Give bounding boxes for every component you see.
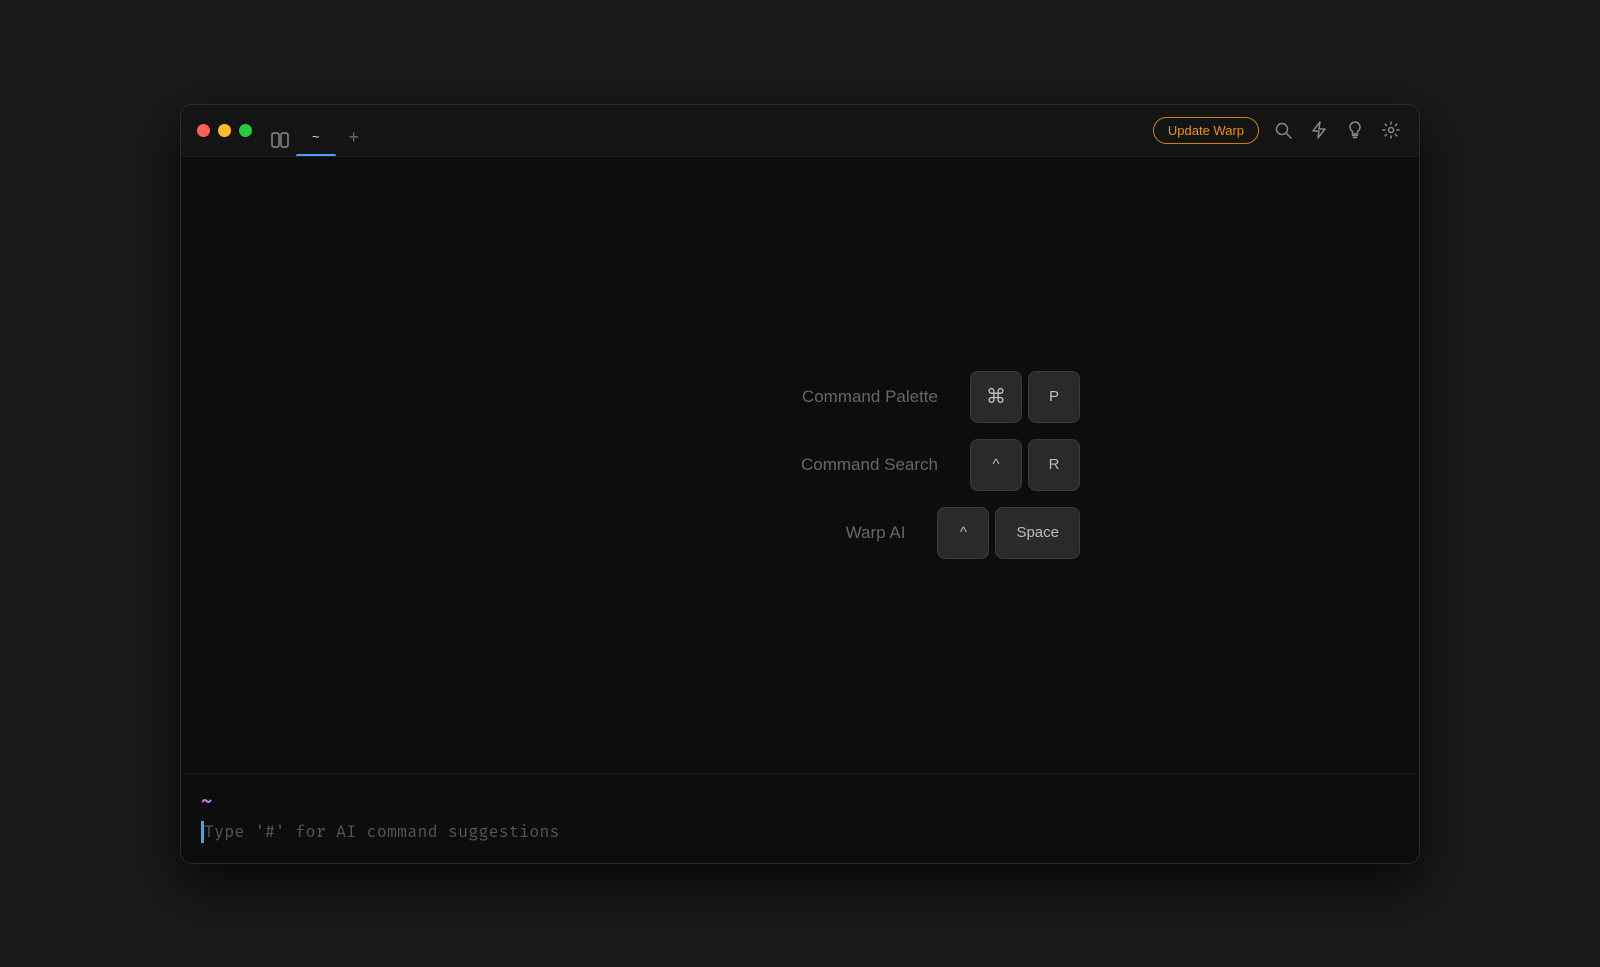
key-ctrl-ai: ^ xyxy=(937,507,989,559)
key-p: P xyxy=(1028,371,1080,423)
update-warp-button[interactable]: Update Warp xyxy=(1153,117,1259,144)
titlebar-actions: Update Warp xyxy=(1153,117,1403,144)
key-space: Space xyxy=(995,507,1080,559)
minimize-button[interactable] xyxy=(218,124,231,137)
shortcut-row-ai: Warp AI ^ Space xyxy=(520,507,1080,559)
traffic-lights xyxy=(197,124,252,137)
shortcuts-container: Command Palette ⌘ P Command Search ^ R W… xyxy=(520,371,1080,559)
search-icon[interactable] xyxy=(1271,118,1295,142)
maximize-button[interactable] xyxy=(239,124,252,137)
tab-area: ~ + xyxy=(268,105,1153,156)
shortcut-label-palette: Command Palette xyxy=(520,387,938,407)
shortcut-row-search: Command Search ^ R xyxy=(520,439,1080,491)
terminal-window: ~ + Update Warp xyxy=(180,104,1420,864)
split-view-icon[interactable] xyxy=(268,128,292,152)
prompt-tilde: ~ xyxy=(201,790,212,813)
command-input-row[interactable]: Type '#' for AI command suggestions xyxy=(201,821,1399,843)
titlebar: ~ + Update Warp xyxy=(181,105,1419,157)
input-placeholder: Type '#' for AI command suggestions xyxy=(204,822,560,842)
new-tab-button[interactable]: + xyxy=(340,124,368,152)
active-tab[interactable]: ~ xyxy=(296,118,336,156)
key-ctrl: ^ xyxy=(970,439,1022,491)
bulb-icon[interactable] xyxy=(1343,118,1367,142)
shortcut-label-ai: Warp AI xyxy=(520,523,905,543)
key-cmd: ⌘ xyxy=(970,371,1022,423)
shortcut-keys-search: ^ R xyxy=(970,439,1080,491)
key-r: R xyxy=(1028,439,1080,491)
shortcut-keys-ai: ^ Space xyxy=(937,507,1080,559)
terminal-content: Command Palette ⌘ P Command Search ^ R W… xyxy=(181,157,1419,773)
shortcut-label-search: Command Search xyxy=(520,455,938,475)
shortcut-row-palette: Command Palette ⌘ P xyxy=(520,371,1080,423)
prompt-line: ~ xyxy=(201,790,1399,813)
tab-label: ~ xyxy=(312,129,320,144)
shortcut-keys-palette: ⌘ P xyxy=(970,371,1080,423)
close-button[interactable] xyxy=(197,124,210,137)
input-area: ~ Type '#' for AI command suggestions xyxy=(181,773,1419,863)
gear-icon[interactable] xyxy=(1379,118,1403,142)
lightning-icon[interactable] xyxy=(1307,118,1331,142)
